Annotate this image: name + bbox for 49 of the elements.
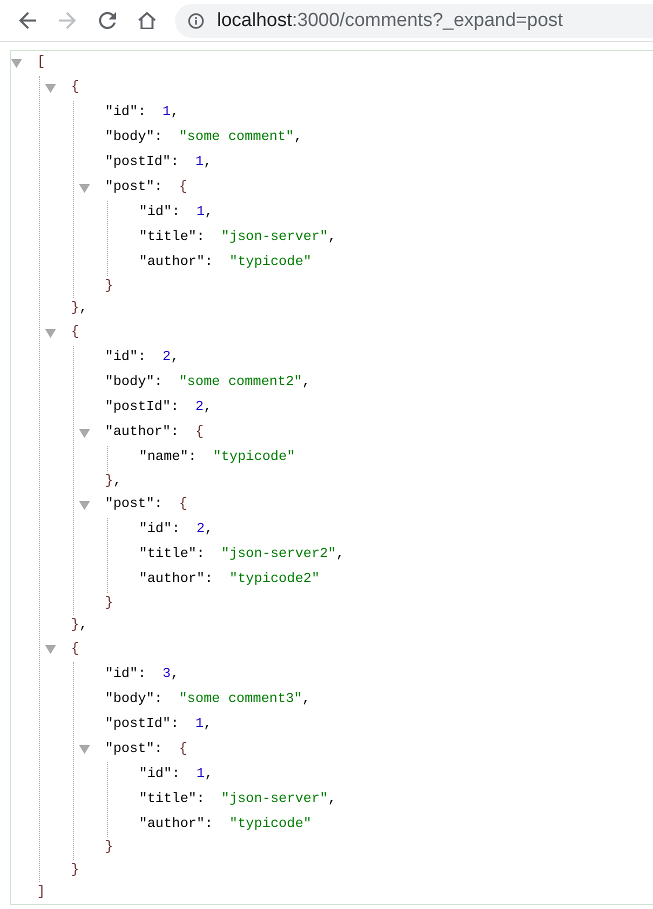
- json-line: "id": 2,: [139, 522, 213, 539]
- json-line: },: [71, 301, 88, 318]
- json-line: "post": {: [105, 742, 188, 758]
- json-line: "id": 2,: [105, 350, 179, 366]
- json-line: [: [37, 55, 46, 72]
- json-line: "id": 3,: [105, 666, 179, 684]
- json-line: }: [105, 840, 114, 857]
- json-line: "title": "json-server",: [139, 792, 336, 808]
- json-line: }: [105, 596, 114, 612]
- json-line: "title": "json-server",: [139, 230, 336, 247]
- json-line: "post": {: [105, 180, 188, 197]
- json-line: {: [71, 80, 80, 97]
- json-line: "postId": 1,: [105, 716, 212, 734]
- json-line: "title": "json-server2",: [139, 547, 344, 564]
- json-line: "body": "some comment",: [105, 130, 302, 147]
- forward-arrow-icon: [58, 12, 76, 29]
- reload-icon: [98, 12, 116, 29]
- info-icon[interactable]: [188, 12, 204, 28]
- disclosure-triangle-icon[interactable]: [79, 428, 90, 438]
- json-line: }: [105, 278, 114, 296]
- json-line: "postId": 2,: [105, 400, 212, 416]
- json-line: {: [71, 324, 80, 342]
- json-line: "id": 1,: [139, 766, 213, 784]
- home-icon: [138, 12, 156, 30]
- json-line: "postId": 1,: [105, 155, 212, 172]
- json-line: "id": 1,: [139, 205, 213, 222]
- disclosure-triangle-icon[interactable]: [79, 500, 90, 510]
- json-line: ]: [37, 885, 46, 902]
- disclosure-triangle-icon[interactable]: [45, 84, 56, 93]
- json-line: "name": "typicode": [139, 450, 296, 466]
- json-line: {: [71, 642, 80, 658]
- json-line: "author": "typicode2": [139, 572, 320, 589]
- json-line: "post": {: [105, 497, 188, 514]
- disclosure-triangle-icon[interactable]: [11, 59, 22, 68]
- disclosure-triangle-icon[interactable]: [79, 745, 90, 754]
- json-line: "id": 1,: [105, 105, 179, 122]
- json-line: "author": "typicode": [139, 255, 312, 272]
- back-arrow-icon: [18, 12, 36, 29]
- json-line: "author": "typicode": [139, 816, 312, 834]
- address-bar[interactable]: localhost:3000/comments?_expand=post: [175, 4, 653, 38]
- json-line: }: [71, 862, 80, 880]
- disclosure-triangle-icon[interactable]: [45, 645, 56, 654]
- json-line: },: [71, 618, 88, 635]
- disclosure-triangle-icon[interactable]: [79, 184, 90, 193]
- json-line: },: [105, 474, 122, 490]
- json-line: "body": "some comment2",: [105, 374, 310, 392]
- disclosure-triangle-icon[interactable]: [45, 328, 56, 338]
- json-line: "body": "some comment3",: [105, 692, 310, 708]
- json-line: "author": {: [105, 424, 204, 442]
